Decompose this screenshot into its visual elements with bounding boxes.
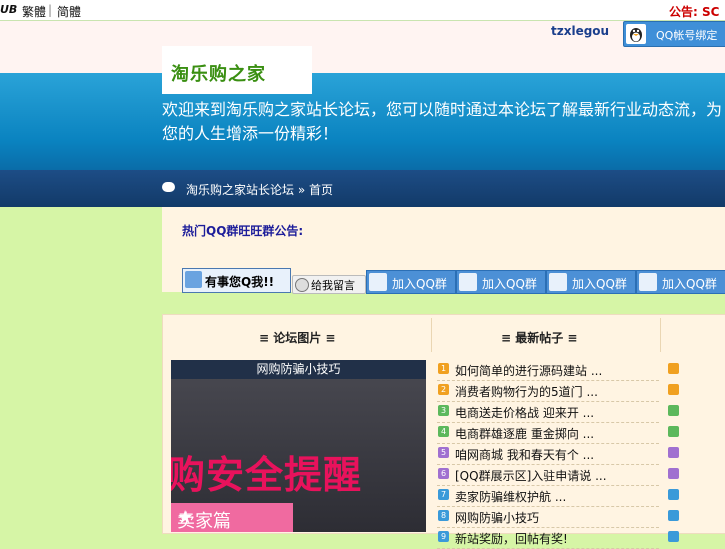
qq-talk-button[interactable]: 有事您Q我!! (182, 268, 291, 293)
message-icon (295, 278, 309, 292)
rank-badge (668, 426, 679, 437)
join-qq-group-button-1[interactable]: 加入QQ群 (366, 270, 456, 294)
rank-badge (668, 405, 679, 416)
rank-badge: 8 (438, 510, 449, 521)
qq-group-icon (639, 273, 657, 291)
user-strip (0, 21, 725, 73)
forum-pictures-title: ≡ 论坛图片 ≡ (259, 331, 336, 345)
qq-bind-label: QQ帐号绑定 (656, 29, 718, 42)
post-title-link[interactable]: 电商送走价格战 迎来开 ... (455, 404, 594, 421)
rank-badge (668, 531, 679, 542)
qq-talk-label: 有事您Q我!! (205, 275, 275, 289)
list-item[interactable]: 9 新站奖励，回帖有奖! (437, 528, 659, 549)
picture-caption: 网购防骗小技巧 (171, 360, 426, 379)
speech-bubble-icon (162, 182, 175, 192)
list-item[interactable]: 3 电商送走价格战 迎来开 ... (437, 402, 659, 423)
leave-message-label: 给我留言 (311, 279, 355, 292)
list-item[interactable]: 5 咱网商城 我和春天有个 ... (437, 444, 659, 465)
post-title-link[interactable]: 咱网商城 我和春天有个 ... (455, 446, 594, 463)
rank-badge (668, 510, 679, 521)
post-title-link[interactable]: 网购防骗小技巧 (455, 509, 539, 526)
breadcrumb-forum-link[interactable]: 淘乐购之家站长论坛 (186, 183, 294, 197)
post-title-link[interactable]: 电商群雄逐鹿 重金掷向 ... (455, 425, 594, 442)
qq-group-icon (369, 273, 387, 291)
breadcrumb-separator: » (297, 183, 306, 197)
qq-group-icon (549, 273, 567, 291)
list-item[interactable]: 4 电商群雄逐鹿 重金掷向 ... (437, 423, 659, 444)
post-title-link[interactable]: 新站奖励，回帖有奖! (455, 530, 568, 547)
star-icon: ★ (177, 507, 194, 528)
ub-logo: UB (0, 3, 18, 16)
post-title-link[interactable]: 如何简单的进行源码建站 ... (455, 362, 602, 379)
list-item[interactable]: 2 消费者购物行为的5道门 ... (437, 381, 659, 402)
announcement-title: 热门QQ群旺旺群公告: (182, 224, 304, 238)
join-qq-group-button-4[interactable]: 加入QQ群 (636, 270, 725, 294)
breadcrumb-bar (0, 170, 725, 207)
site-logo[interactable]: 淘乐购之家 (162, 46, 312, 94)
qq-avatar-icon (185, 271, 202, 288)
qq-bind-button[interactable]: QQ帐号绑定 (623, 21, 725, 47)
forum-pictures-header: ≡ 论坛图片 ≡ (163, 318, 432, 352)
rank-badge (668, 489, 679, 500)
rank-badge (668, 447, 679, 458)
rank-badge (668, 363, 679, 374)
picture-headline: 购安全提醒 (171, 453, 363, 497)
join-qq-group-label: 加入QQ群 (392, 277, 447, 291)
lang-separator: | (48, 3, 53, 17)
join-qq-group-button-2[interactable]: 加入QQ群 (456, 270, 546, 294)
simplified-chinese-link[interactable]: 简體 (57, 3, 81, 20)
site-logo-text: 淘乐购之家 (171, 64, 266, 85)
rank-badge: 7 (438, 489, 449, 500)
qq-penguin-icon (626, 24, 646, 44)
breadcrumb-current: 首页 (309, 183, 334, 197)
rank-badge: 3 (438, 405, 449, 416)
latest-posts-header: ≡ 最新帖子 ≡ (431, 318, 661, 352)
list-item[interactable]: 6 [QQ群展示区]入驻申请说 ... (437, 465, 659, 486)
latest-posts-title: ≡ 最新帖子 ≡ (501, 331, 578, 345)
rank-badge: 1 (438, 363, 449, 374)
picture-tag: 卖家篇 ★ (171, 503, 293, 532)
join-qq-group-label: 加入QQ群 (662, 277, 717, 291)
list-item[interactable]: 1 如何简单的进行源码建站 ... (437, 360, 659, 381)
post-title-link[interactable]: 消费者购物行为的5道门 ... (455, 383, 598, 400)
traditional-chinese-link[interactable]: 繁體 (22, 3, 46, 20)
welcome-message: 欢迎来到淘乐购之家站长论坛，您可以随时通过本论坛了解最新行业动态流，为您的人生增… (162, 100, 723, 143)
rank-badge (668, 468, 679, 479)
rank-badge: 5 (438, 447, 449, 458)
rank-badge: 2 (438, 384, 449, 395)
rank-badge: 6 (438, 468, 449, 479)
featured-picture[interactable]: 网购防骗小技巧 购安全提醒 卖家篇 ★ (171, 360, 426, 532)
join-qq-group-label: 加入QQ群 (482, 277, 537, 291)
rank-badge (668, 384, 679, 395)
post-title-link[interactable]: 卖家防骗维权护航 ... (455, 488, 566, 505)
join-qq-group-button-3[interactable]: 加入QQ群 (546, 270, 636, 294)
list-item[interactable]: 7 卖家防骗维权护航 ... (437, 486, 659, 507)
username-link[interactable]: tzxlegou (551, 24, 609, 38)
join-qq-group-label: 加入QQ群 (572, 277, 627, 291)
rank-badge: 4 (438, 426, 449, 437)
post-title-link[interactable]: [QQ群展示区]入驻申请说 ... (455, 467, 607, 484)
notice-text[interactable]: 公告: SC (669, 3, 719, 20)
breadcrumb: 淘乐购之家站长论坛 » 首页 (186, 181, 333, 198)
list-item[interactable]: 8 网购防骗小技巧 (437, 507, 659, 528)
qq-group-icon (459, 273, 477, 291)
latest-posts-list: 1 如何简单的进行源码建站 ... 2 消费者购物行为的5道门 ... 3 电商送走价格战… (437, 360, 659, 549)
top-bar: UB 繁體 | 简體 公告: SC (0, 0, 725, 21)
leave-message-button[interactable]: 给我留言 (292, 275, 366, 294)
rank-badge: 9 (438, 531, 449, 542)
